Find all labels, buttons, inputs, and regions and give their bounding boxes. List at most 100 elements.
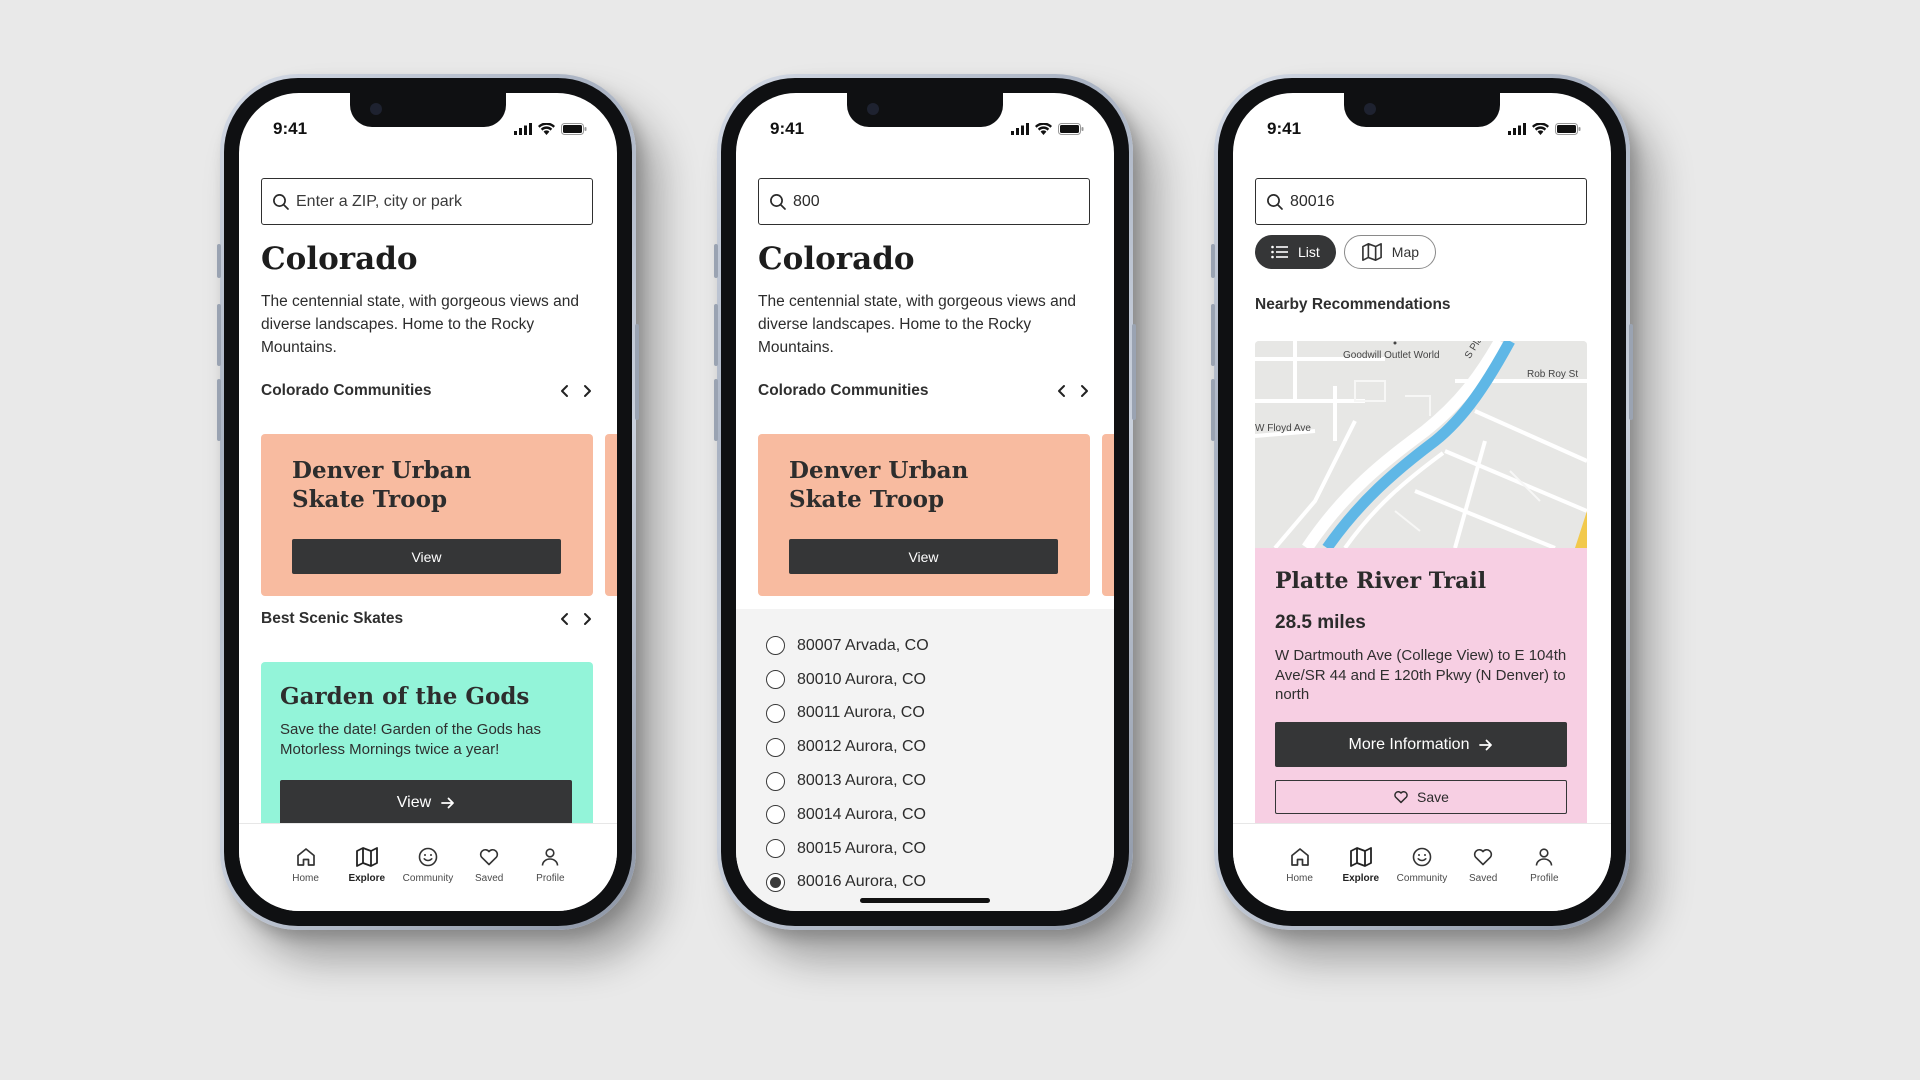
prev-arrow-icon[interactable] — [559, 612, 571, 626]
page-title: Colorado — [261, 241, 418, 277]
community-card-title: Denver Urban Skate Troop — [292, 457, 472, 513]
screen: 9:41 Colorado The centennial state, with… — [239, 93, 617, 911]
zip-suggestions-list: 80007 Arvada, CO 80010 Aurora, CO 80011 … — [736, 609, 1114, 911]
phone-zip-search: 9:41 Colorado The centennial state, with… — [714, 74, 1136, 930]
radio-button[interactable] — [766, 805, 785, 825]
arrow-right-icon — [1479, 739, 1493, 750]
radio-button[interactable] — [766, 737, 785, 757]
scenic-view-button[interactable]: View — [280, 780, 572, 825]
list-view-button[interactable]: List — [1255, 235, 1336, 269]
smile-icon — [418, 847, 438, 867]
battery-icon — [561, 123, 587, 135]
radio-button[interactable] — [766, 703, 785, 723]
zip-option[interactable]: 80014 Aurora, CO — [736, 798, 1114, 832]
smile-icon — [1412, 847, 1432, 867]
page-title: Colorado — [758, 241, 915, 277]
next-card-peek[interactable] — [1102, 434, 1114, 596]
zip-option-label: 80014 Aurora, CO — [797, 805, 926, 823]
search-field[interactable] — [1255, 178, 1587, 225]
search-input[interactable] — [793, 192, 1073, 211]
status-bar: 9:41 — [770, 119, 1084, 139]
nav-label: Saved — [474, 873, 504, 884]
search-icon — [770, 193, 786, 210]
community-view-button[interactable]: View — [789, 539, 1058, 574]
zip-option-label: 80010 Aurora, CO — [797, 670, 926, 688]
radio-button[interactable] — [766, 771, 785, 791]
communities-header: Colorado Communities — [261, 382, 593, 400]
zip-option[interactable]: 80012 Aurora, CO — [736, 730, 1114, 764]
nav-explore[interactable]: Explore — [338, 846, 396, 911]
save-label: Save — [1417, 789, 1449, 805]
zip-option[interactable]: 80010 Aurora, CO — [736, 663, 1114, 697]
search-field[interactable] — [758, 178, 1090, 225]
nav-saved[interactable]: Saved — [460, 846, 518, 911]
wifi-icon — [1035, 123, 1052, 135]
home-indicator — [860, 898, 990, 903]
more-information-button[interactable]: More Information — [1275, 722, 1567, 767]
nav-label: Profile — [1530, 873, 1559, 884]
user-icon — [1536, 848, 1553, 866]
screen: 9:41 List Map — [1233, 93, 1611, 911]
nav-label: Explore — [348, 873, 386, 884]
bottom-nav: Home Explore Community Saved Profile — [239, 823, 617, 911]
zip-option-label: 80013 Aurora, CO — [797, 772, 926, 790]
nav-community[interactable]: Community — [1393, 846, 1451, 911]
prev-arrow-icon[interactable] — [1056, 384, 1068, 398]
radio-button[interactable] — [766, 670, 785, 690]
nav-explore[interactable]: Explore — [1332, 846, 1390, 911]
zip-option[interactable]: 80015 Aurora, CO — [736, 832, 1114, 866]
next-arrow-icon[interactable] — [581, 612, 593, 626]
next-arrow-icon[interactable] — [581, 384, 593, 398]
search-input[interactable] — [296, 192, 576, 211]
nav-home[interactable]: Home — [1271, 846, 1329, 911]
arrow-right-icon — [441, 797, 455, 808]
nav-home[interactable]: Home — [277, 846, 335, 911]
list-icon — [1271, 245, 1288, 259]
save-button[interactable]: Save — [1275, 780, 1567, 814]
view-toggle: List Map — [1255, 235, 1437, 269]
communities-heading: Colorado Communities — [261, 382, 432, 399]
zip-option[interactable]: 80013 Aurora, CO — [736, 764, 1114, 798]
search-input[interactable] — [1290, 192, 1570, 211]
nav-saved[interactable]: Saved — [1454, 846, 1512, 911]
nav-community[interactable]: Community — [399, 846, 457, 911]
zip-option[interactable]: 80011 Aurora, CO — [736, 697, 1114, 731]
nearby-heading: Nearby Recommendations — [1255, 296, 1451, 313]
more-information-label: More Information — [1348, 735, 1470, 753]
radio-button[interactable] — [766, 839, 785, 859]
prev-arrow-icon[interactable] — [559, 384, 571, 398]
next-arrow-icon[interactable] — [1078, 384, 1090, 398]
map-label-street: W Floyd Ave — [1255, 423, 1311, 434]
community-card[interactable]: Denver Urban Skate Troop View — [758, 434, 1090, 596]
bottom-nav: Home Explore Community Saved Profile — [1233, 823, 1611, 911]
map-view-label: Map — [1391, 244, 1420, 260]
zip-option[interactable]: 80007 Arvada, CO — [736, 629, 1114, 663]
status-bar: 9:41 — [273, 119, 587, 139]
scenic-heading: Best Scenic Skates — [261, 610, 404, 627]
list-view-label: List — [1298, 244, 1320, 260]
map-view-button[interactable]: Map — [1343, 235, 1437, 269]
signal-icon — [1011, 123, 1029, 135]
screen: 9:41 Colorado The centennial state, with… — [736, 93, 1114, 911]
nav-profile[interactable]: Profile — [1515, 846, 1573, 911]
communities-header: Colorado Communities — [758, 382, 1090, 400]
zip-option-selected[interactable]: 80016 Aurora, CO — [736, 866, 1114, 900]
status-time: 9:41 — [273, 119, 308, 138]
community-card[interactable]: Denver Urban Skate Troop View — [261, 434, 593, 596]
wifi-icon — [538, 123, 555, 135]
map-preview[interactable]: Goodwill Outlet World Rob Roy St W Floyd… — [1255, 341, 1587, 548]
next-card-peek[interactable] — [605, 434, 617, 596]
map-icon — [1361, 243, 1382, 261]
trail-card[interactable]: Platte River Trail 28.5 miles W Dartmout… — [1255, 548, 1587, 832]
heart-icon — [480, 848, 499, 866]
radio-button[interactable] — [766, 636, 785, 656]
phone-explore-home: 9:41 Colorado The centennial state, with… — [217, 74, 639, 930]
map-label-street: Rob Roy St — [1527, 369, 1579, 380]
community-view-button[interactable]: View — [292, 539, 561, 574]
trail-distance: 28.5 miles — [1275, 612, 1366, 633]
search-field[interactable] — [261, 178, 593, 225]
search-icon — [1267, 193, 1283, 210]
nav-profile[interactable]: Profile — [521, 846, 579, 911]
radio-button-checked[interactable] — [766, 872, 785, 892]
phone-nearby-results: 9:41 List Map — [1211, 74, 1633, 930]
